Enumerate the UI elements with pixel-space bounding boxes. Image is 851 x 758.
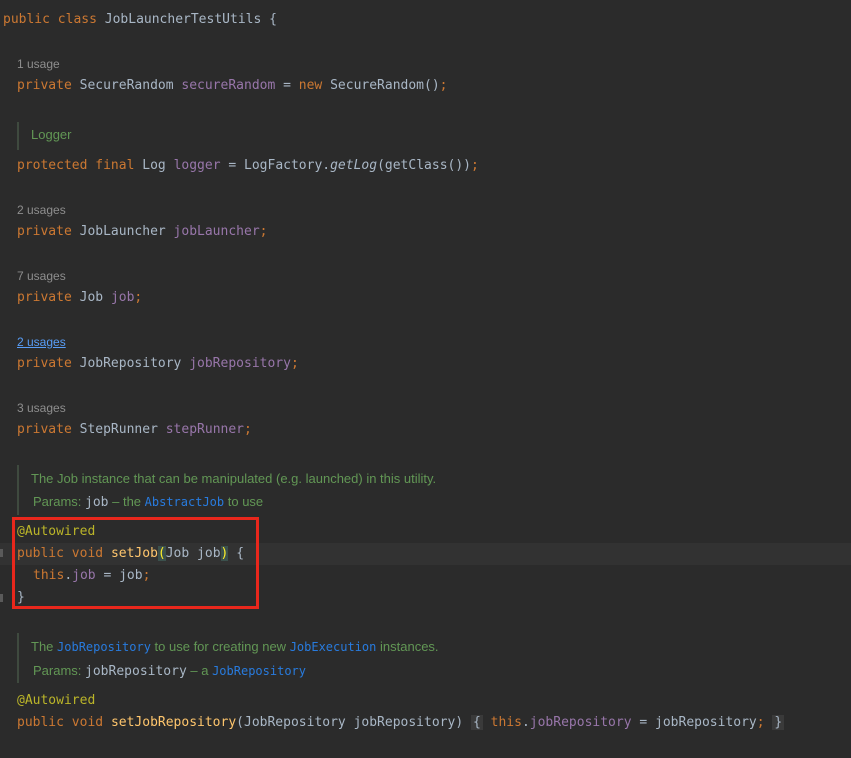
usages-hint[interactable]: 7 usages [17, 266, 66, 286]
field-ref[interactable]: jobRepository [530, 715, 632, 730]
field-logger: protected final Log logger = LogFactory.… [17, 158, 479, 173]
keyword: public [3, 12, 50, 27]
field-job-launcher: private JobLauncher jobLauncher; [17, 224, 268, 239]
doc-comment-setrepo: The JobRepository to use for creating ne… [31, 639, 439, 654]
doc-link[interactable]: JobRepository [212, 664, 306, 678]
doc-comment-bar [17, 633, 19, 683]
doc-comment-bar [17, 122, 19, 150]
field-name[interactable]: secureRandom [181, 78, 275, 93]
doc-comment-logger: Logger [31, 127, 72, 142]
usages-hint[interactable]: 3 usages [17, 398, 66, 418]
usages-hint[interactable]: 1 usage [17, 54, 60, 74]
class-declaration: public class JobLauncherTestUtils { [3, 10, 277, 30]
field-name[interactable]: jobRepository [189, 356, 291, 371]
usages-hint[interactable]: 2 usages [17, 200, 66, 220]
brace: { [269, 12, 277, 27]
field-name[interactable]: logger [174, 158, 221, 173]
field-name[interactable]: job [111, 290, 134, 305]
field-job-repository: private JobRepository jobRepository; [17, 356, 299, 371]
field-secure-random: private SecureRandom secureRandom = new … [17, 78, 448, 93]
keyword: class [57, 12, 97, 27]
doc-link[interactable]: JobRepository [57, 640, 151, 654]
usages-link[interactable]: 2 usages [17, 332, 66, 352]
field-name[interactable]: stepRunner [166, 422, 244, 437]
field-step-runner: private StepRunner stepRunner; [17, 422, 252, 437]
doc-params-setjob: Params: job – the AbstractJob to use [33, 494, 264, 510]
doc-params-setrepo: Params: jobRepository – a JobRepository [33, 663, 306, 679]
method-setjobrepository: public void setJobRepository(JobReposito… [17, 715, 785, 730]
doc-link[interactable]: AbstractJob [145, 495, 224, 509]
method-name[interactable]: setJobRepository [111, 715, 236, 730]
code-editor: { "editor": { "class_decl": {"kw1":"publ… [0, 0, 851, 758]
fold-marker[interactable]: { [470, 715, 483, 730]
method-call[interactable]: getLog [330, 158, 377, 173]
doc-link[interactable]: JobExecution [290, 640, 377, 654]
annotation-autowired: @Autowired [17, 693, 96, 708]
class-name[interactable]: JobLauncherTestUtils [105, 12, 262, 27]
doc-comment-setjob: The Job instance that can be manipulated… [31, 471, 437, 486]
field-job: private Job job; [17, 290, 143, 305]
gutter-marker [0, 594, 3, 602]
fold-marker[interactable]: } [772, 715, 785, 730]
gutter-marker [0, 549, 3, 557]
highlight-box [12, 517, 259, 609]
field-name[interactable]: jobLauncher [174, 224, 260, 239]
doc-comment-bar [17, 465, 19, 515]
usages-link-text[interactable]: 2 usages [17, 335, 66, 349]
